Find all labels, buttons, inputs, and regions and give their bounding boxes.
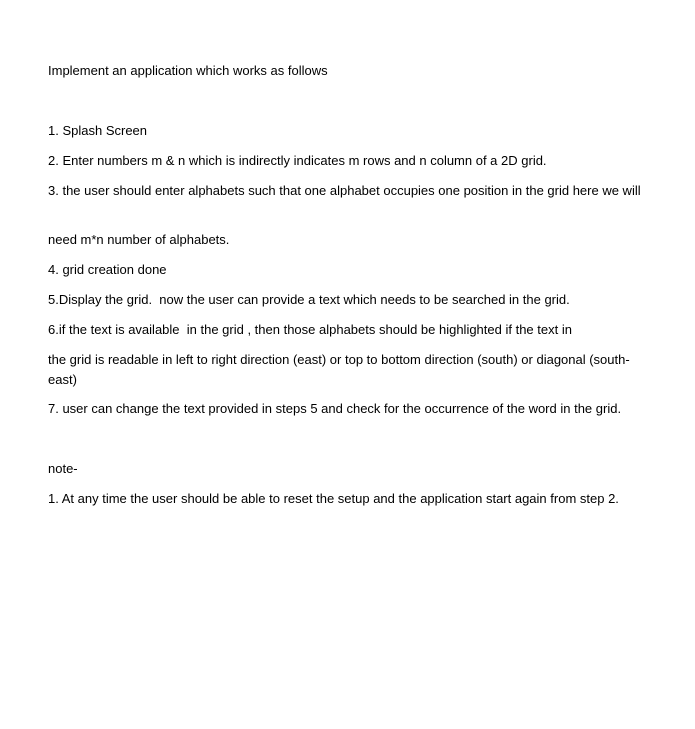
note-item-1: 1. At any time the user should be able t… (48, 491, 619, 506)
step-4: 4. grid creation done (48, 262, 167, 277)
step-1: 1. Splash Screen (48, 123, 148, 138)
intro-paragraph: Implement an application which works as … (48, 63, 328, 78)
step-6: 6.if the text is available in the grid ,… (48, 322, 572, 337)
step-3: 3. the user should enter alphabets such … (48, 183, 641, 198)
note-heading: note- (48, 461, 78, 476)
step-5: 5.Display the grid. now the user can pro… (48, 292, 570, 307)
step-6-continued: the grid is readable in left to right di… (48, 352, 630, 387)
step-2: 2. Enter numbers m & n which is indirect… (48, 153, 547, 168)
step-3-continued: need m*n number of alphabets. (48, 232, 230, 247)
step-7: 7. user can change the text provided in … (48, 401, 622, 416)
